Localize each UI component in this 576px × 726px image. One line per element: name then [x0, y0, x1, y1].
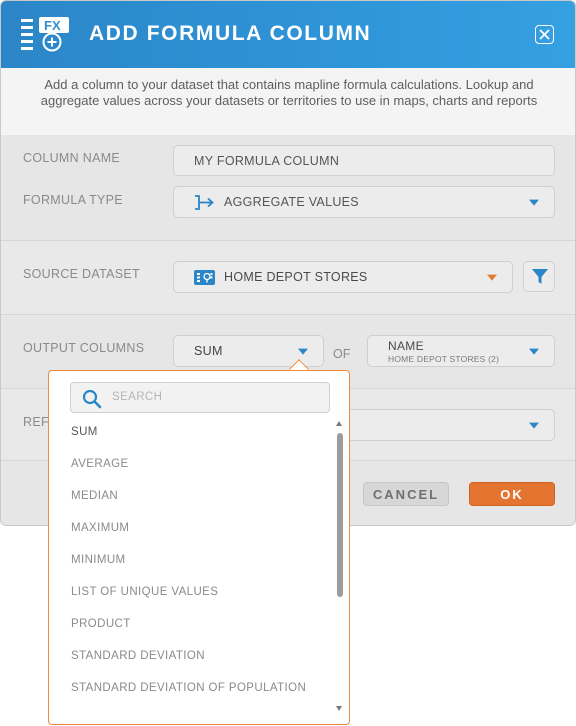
cancel-button[interactable]: CANCEL [363, 482, 449, 506]
formula-type-label: FORMULA TYPE [23, 193, 123, 207]
option-average[interactable]: AVERAGE [71, 451, 331, 483]
dialog-header: FX ADD FORMULA COLUMN [1, 1, 575, 68]
option-standard-deviation[interactable]: STANDARD DEVIATION [71, 643, 331, 675]
source-dataset-value: HOME DEPOT STORES [224, 270, 368, 284]
option-standard-deviation-of-population[interactable]: STANDARD DEVIATION OF POPULATION [71, 675, 331, 707]
dropdown-option-list: SUM AVERAGE MEDIAN MAXIMUM MINIMUM LIST … [71, 419, 331, 707]
output-column-value: NAME [388, 339, 424, 353]
filter-icon [532, 269, 548, 284]
column-name-label: COLUMN NAME [23, 151, 121, 165]
column-name-input[interactable]: MY FORMULA COLUMN [173, 145, 555, 176]
option-list-of-unique-values[interactable]: LIST OF UNIQUE VALUES [71, 579, 331, 611]
dialog-title: ADD FORMULA COLUMN [89, 22, 372, 45]
output-columns-label: OUTPUT COLUMNS [23, 341, 145, 355]
source-dataset-select[interactable]: HOME DEPOT STORES [173, 261, 513, 293]
option-sum[interactable]: SUM [71, 419, 331, 451]
dropdown-scrollbar[interactable] [336, 421, 344, 711]
scroll-thumb[interactable] [337, 433, 343, 597]
reference-label: REF [23, 415, 49, 429]
formula-add-icon: FX [19, 17, 71, 53]
search-icon [82, 389, 102, 409]
scroll-up-arrow-icon[interactable] [336, 421, 342, 426]
chevron-down-icon [529, 348, 539, 355]
dialog-description: Add a column to your dataset that contai… [1, 68, 575, 135]
of-label: OF [333, 347, 351, 361]
output-function-value: SUM [194, 344, 223, 358]
scroll-down-arrow-icon[interactable] [336, 706, 342, 711]
ok-button[interactable]: OK [469, 482, 555, 506]
chevron-down-icon [529, 422, 539, 429]
formula-type-select[interactable]: AGGREGATE VALUES [173, 186, 555, 218]
close-button[interactable] [535, 25, 554, 44]
output-function-dropdown: SEARCH SUM AVERAGE MEDIAN MAXIMUM MINIMU… [48, 370, 350, 725]
source-dataset-label: SOURCE DATASET [23, 267, 140, 281]
option-minimum[interactable]: MINIMUM [71, 547, 331, 579]
option-maximum[interactable]: MAXIMUM [71, 515, 331, 547]
chevron-down-icon [298, 348, 308, 355]
close-icon [539, 29, 550, 40]
dropdown-search-input[interactable]: SEARCH [70, 382, 330, 413]
chevron-down-icon [529, 199, 539, 206]
output-column-select[interactable]: NAME HOME DEPOT STORES (2) [367, 335, 555, 367]
option-median[interactable]: MEDIAN [71, 483, 331, 515]
chevron-down-icon [487, 274, 497, 281]
fx-text: FX [44, 18, 61, 33]
column-name-value: MY FORMULA COLUMN [194, 153, 340, 168]
formula-type-value: AGGREGATE VALUES [224, 195, 359, 209]
option-product[interactable]: PRODUCT [71, 611, 331, 643]
search-placeholder: SEARCH [112, 391, 163, 403]
aggregate-icon [194, 195, 216, 213]
dataset-icon [194, 270, 215, 288]
source-dataset-section: SOURCE DATASET HOME DEPOT STORES [1, 241, 575, 315]
output-column-sub: HOME DEPOT STORES (2) [388, 354, 500, 364]
column-settings-section: COLUMN NAME MY FORMULA COLUMN FORMULA TY… [1, 135, 575, 241]
filter-button[interactable] [523, 261, 555, 292]
